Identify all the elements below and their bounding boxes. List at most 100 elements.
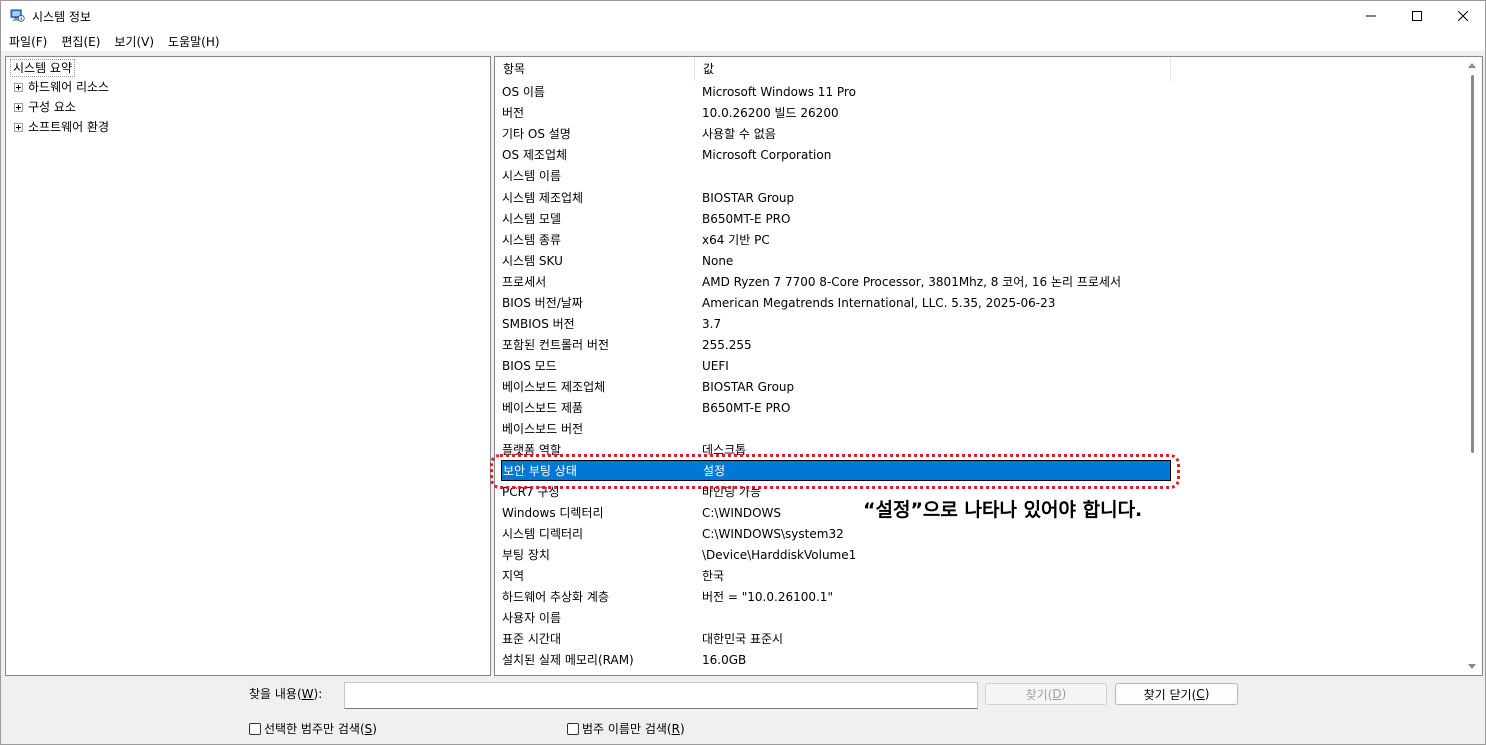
table-row[interactable]: 버전 10.0.26200 빌드 26200 [495,102,1465,123]
menu-view[interactable]: 보기(V) [107,33,161,50]
row-item-cell: OS 제조업체 [502,148,568,162]
row-value-cell: Microsoft Windows 11 Pro [702,84,856,99]
row-value-cell: American Megatrends International, LLC. … [702,295,1056,310]
table-row[interactable]: 시스템 종류 x64 기반 PC [495,229,1465,250]
row-item-cell: 보안 부팅 상태 [503,464,577,478]
expand-icon[interactable] [14,122,23,132]
close-find-button[interactable]: 찾기 닫기(C) [1115,683,1238,705]
menu-bar: 파일(F) 편집(E) 보기(V) 도움말(H) [1,31,1485,51]
row-value-cell: x64 기반 PC [702,233,770,247]
row-item-cell: Windows 디렉터리 [502,506,604,520]
tree-item-components[interactable]: 구성 요소 [14,99,76,115]
table-row[interactable]: 포함된 컨트롤러 버전 255.255 [495,334,1465,355]
find-button[interactable]: 찾기(D) [985,683,1107,705]
table-row[interactable]: BIOS 버전/날짜 American Megatrends Internatio… [495,292,1465,313]
expand-icon[interactable] [14,102,23,112]
row-value-cell: BIOSTAR Group [702,190,795,205]
search-selected-category-checkbox[interactable]: 선택한 범주만 검색(S) [249,720,377,737]
table-row[interactable]: 기타 OS 설명 사용할 수 없음 [495,123,1465,144]
table-row[interactable]: 시스템 모델 B650MT-E PRO [495,208,1465,229]
row-value-cell: 사용할 수 없음 [702,127,776,141]
title-bar[interactable]: 시스템 정보 [1,1,1485,31]
list-header: 항목 값 [495,57,1465,81]
row-value-cell: AMD Ryzen 7 7700 8-Core Processor, 3801M… [702,275,1122,289]
scrollbar-thumb[interactable] [1471,75,1474,453]
checkbox-icon[interactable] [249,722,261,735]
table-row[interactable]: 사용자 이름 [495,607,1465,628]
row-item-cell: 시스템 SKU [502,254,563,268]
row-item-cell: OS 이름 [502,85,545,99]
row-value-cell: 버전 = "10.0.26100.1" [702,590,833,604]
table-row[interactable]: 지역 한국 [495,565,1465,586]
tree-item-label: 하드웨어 리소스 [28,80,110,94]
row-value-cell: 16.0GB [702,652,747,667]
table-row[interactable]: 시스템 제조업체 BIOSTAR Group [495,187,1465,208]
table-row-selected[interactable]: 보안 부팅 상태 설정 [501,460,1171,481]
minimize-icon [1366,15,1376,17]
find-label: 찾을 내용(W): [249,687,323,701]
row-item-cell: 기타 OS 설명 [502,127,571,141]
table-row[interactable]: 플랫폼 역할 데스크톱 [495,439,1465,460]
table-row[interactable]: 시스템 이름 [495,165,1465,186]
scroll-down-icon[interactable] [1468,664,1476,669]
row-item-cell: 지역 [502,569,525,583]
table-row[interactable]: 시스템 SKU None [495,250,1465,271]
close-icon [1458,11,1468,21]
system-info-window: 시스템 정보 파일(F) 편집(E) 보기(V) 도움말(H) 시스템 요약 하… [0,0,1486,745]
details-list[interactable]: 항목 값 OS 이름 Microsoft Windows 11 Pro 버전 10.0… [494,56,1483,676]
row-item-cell: PCR7 구성 [502,485,560,499]
row-item-cell: 베이스보드 버전 [502,422,584,436]
table-row[interactable]: SMBIOS 버전 3.7 [495,313,1465,334]
column-header-value[interactable]: 값 [695,57,1171,81]
menu-edit[interactable]: 편집(E) [54,33,107,50]
table-row[interactable]: BIOS 모드 UEFI [495,355,1465,376]
close-button[interactable] [1440,1,1486,31]
row-item-cell: 시스템 종류 [502,233,562,247]
category-tree[interactable]: 시스템 요약 하드웨어 리소스 구성 요소 소프트웨어 환경 [5,56,491,676]
row-value-cell: B650MT-E PRO [702,400,791,415]
checkbox-icon[interactable] [567,722,579,735]
tree-item-hardware-resources[interactable]: 하드웨어 리소스 [14,79,109,95]
table-row[interactable]: OS 이름 Microsoft Windows 11 Pro [495,81,1465,102]
row-item-cell: SMBIOS 버전 [502,317,575,331]
search-category-names-checkbox[interactable]: 범주 이름만 검색(R) [567,720,685,737]
row-value-cell: 대한민국 표준시 [702,632,784,646]
tree-item-system-summary[interactable]: 시스템 요약 [10,59,76,77]
expand-icon[interactable] [14,82,23,92]
minimize-button[interactable] [1348,1,1394,31]
row-value-cell: C:\WINDOWS\system32 [702,526,844,541]
row-item-cell: BIOS 모드 [502,359,557,373]
table-row[interactable]: 베이스보드 제조업체 BIOSTAR Group [495,376,1465,397]
row-item-cell: 프로세서 [502,275,547,289]
row-value-cell: 설정 [703,464,726,478]
table-row[interactable]: 표준 시간대 대한민국 표준시 [495,628,1465,649]
row-item-cell: BIOS 버전/날짜 [502,296,583,310]
table-row[interactable]: 베이스보드 제품 B650MT-E PRO [495,397,1465,418]
row-value-cell: None [702,253,734,268]
vertical-scrollbar[interactable] [1463,57,1482,675]
find-input[interactable] [344,682,978,709]
row-item-cell: 부팅 장치 [502,548,550,562]
maximize-icon [1412,11,1422,21]
table-row[interactable]: 하드웨어 추상화 계층 버전 = "10.0.26100.1" [495,586,1465,607]
tree-item-software-environment[interactable]: 소프트웨어 환경 [14,119,109,135]
menu-help[interactable]: 도움말(H) [161,33,227,50]
table-row[interactable]: OS 제조업체 Microsoft Corporation [495,144,1465,165]
row-value-cell: BIOSTAR Group [702,379,795,394]
table-row[interactable]: 시스템 디렉터리 C:\WINDOWS\system32 [495,523,1465,544]
scroll-up-icon[interactable] [1468,63,1476,68]
table-row[interactable]: 부팅 장치 \Device\HarddiskVolume1 [495,544,1465,565]
row-item-cell: 시스템 모델 [502,212,562,226]
row-item-cell: 베이스보드 제품 [502,401,584,415]
annotation-text: “설정”으로 나타나 있어야 합니다. [863,499,1143,521]
row-item-cell: 표준 시간대 [502,632,562,646]
row-value-cell: 데스크톱 [702,443,747,457]
maximize-button[interactable] [1394,1,1440,31]
table-row[interactable]: 설치된 실제 메모리(RAM) 16.0GB [495,649,1465,670]
table-row[interactable]: 베이스보드 버전 [495,418,1465,439]
table-row[interactable]: 프로세서 AMD Ryzen 7 7700 8-Core Processor, 3… [495,271,1465,292]
row-item-cell: 시스템 이름 [502,169,562,183]
row-item-cell: 사용자 이름 [502,611,562,625]
menu-file[interactable]: 파일(F) [1,33,54,50]
column-header-item[interactable]: 항목 [495,57,695,81]
